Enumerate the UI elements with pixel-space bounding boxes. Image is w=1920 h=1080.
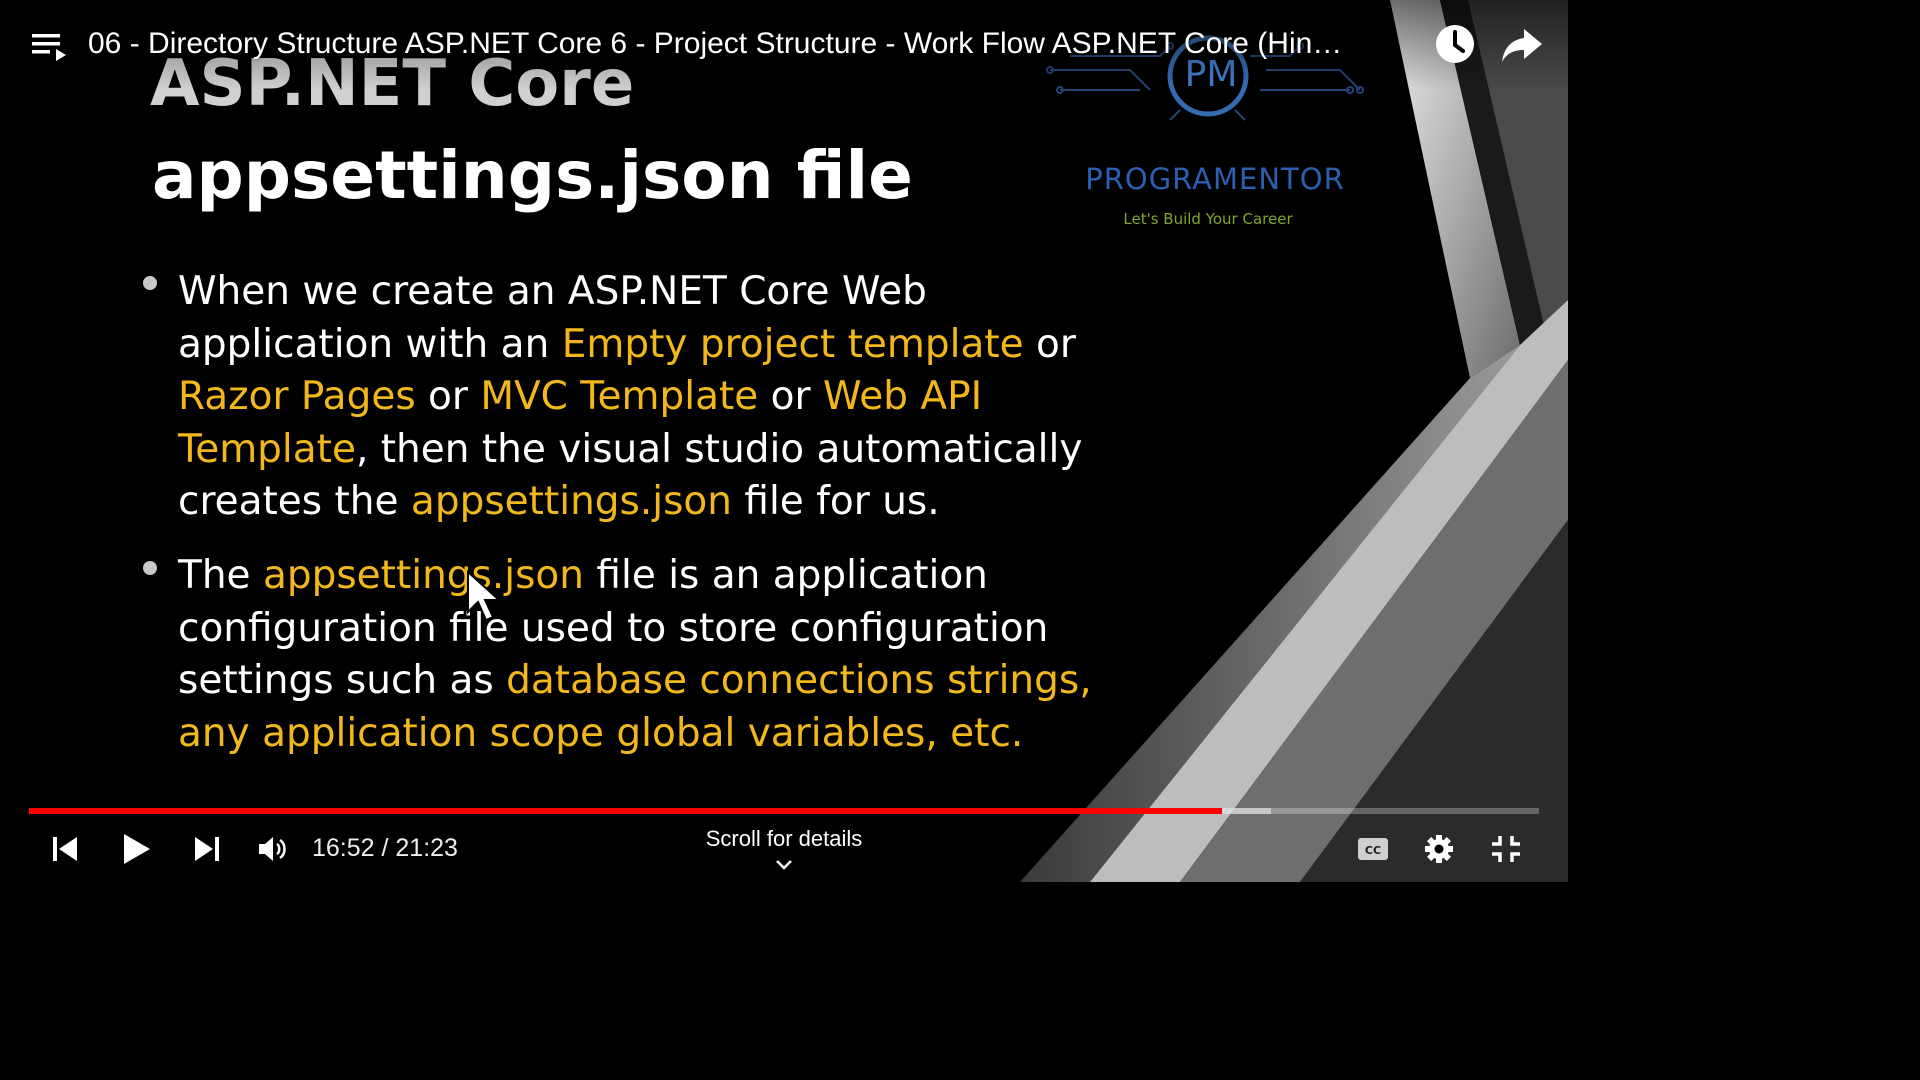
play-icon[interactable]: [122, 832, 152, 866]
highlight-text: appsettings.json: [262, 553, 585, 598]
paragraph-text: or: [415, 374, 481, 419]
time-display: 16:52 / 21:23: [312, 834, 458, 862]
paragraph-text: file for us.: [732, 479, 940, 524]
captions-icon[interactable]: CC: [1357, 837, 1389, 861]
settings-icon[interactable]: [1424, 834, 1454, 864]
scroll-for-details[interactable]: Scroll for details: [684, 826, 884, 852]
slide-subheading: appsettings.json file: [152, 137, 913, 214]
previous-icon[interactable]: [52, 836, 78, 862]
highlight-text: MVC Template: [480, 374, 759, 419]
exit-fullscreen-icon[interactable]: [1491, 835, 1521, 863]
share-icon[interactable]: [1500, 25, 1544, 65]
progress-bar[interactable]: [29, 808, 1539, 814]
bullet-paragraph-1: When we create an ASP.NET Core Web appli…: [178, 266, 1138, 529]
playlist-icon[interactable]: [32, 30, 68, 64]
next-icon[interactable]: [194, 836, 220, 862]
bullet-point-2: [143, 561, 157, 575]
paragraph-text: or: [1023, 321, 1076, 367]
svg-text:CC: CC: [1365, 844, 1381, 857]
logo-name: PROGRAMENTOR: [1085, 162, 1345, 196]
highlight-text: appsettings.json: [410, 479, 732, 524]
logo-tagline: Let's Build Your Career: [1123, 210, 1293, 228]
mouse-cursor-icon: [467, 570, 502, 622]
video-player[interactable]: PM PROGRAMENTOR Let's Build Your Career …: [0, 0, 1568, 882]
watch-later-icon[interactable]: [1434, 23, 1476, 65]
video-title[interactable]: 06 - Directory Structure ASP.NET Core 6 …: [88, 22, 1423, 66]
paragraph-text: or: [758, 374, 823, 419]
highlight-text: Razor Pages: [178, 374, 416, 419]
chevron-down-icon[interactable]: [774, 858, 794, 872]
bullet-paragraph-2: The appsettings.json file is an applicat…: [178, 550, 1138, 760]
bullet-point-1: [143, 276, 157, 290]
volume-icon[interactable]: [258, 835, 288, 863]
paragraph-text: The: [178, 553, 263, 598]
progress-played: [29, 808, 1222, 814]
highlight-text: Empty project template: [561, 321, 1024, 367]
